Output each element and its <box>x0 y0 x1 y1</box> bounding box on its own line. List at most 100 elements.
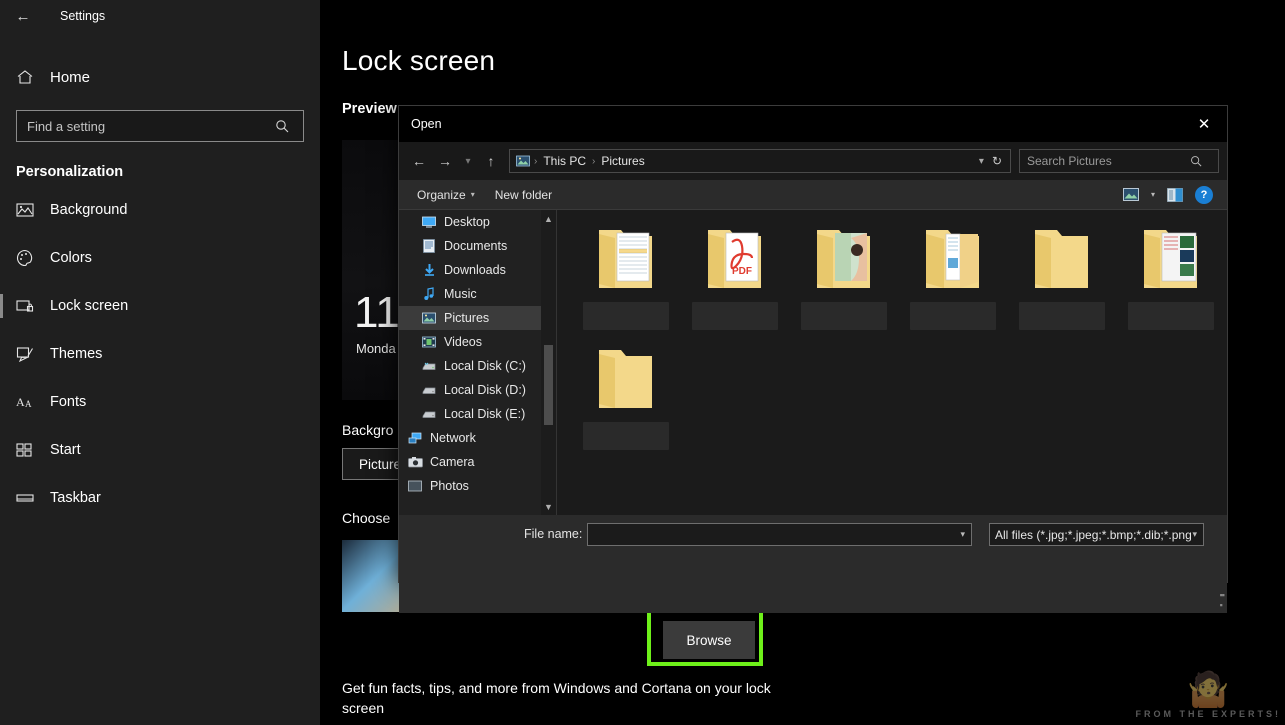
screen: ← Settings Home Personalization Backgrou… <box>0 0 1285 725</box>
search-input[interactable] <box>17 119 275 134</box>
up-button[interactable]: ↑ <box>479 149 503 173</box>
browse-button[interactable]: Browse <box>663 621 755 659</box>
tree-item-desktop[interactable]: Desktop <box>399 210 556 234</box>
file-item[interactable] <box>1116 224 1225 344</box>
tree-item-label: Pictures <box>444 311 489 325</box>
recent-locations-chevron-down-icon[interactable]: ▾ <box>459 149 477 173</box>
file-name-input[interactable] <box>588 528 960 542</box>
drive-icon <box>421 382 437 398</box>
sidebar-section-title: Personalization <box>0 142 320 186</box>
breadcrumb-chevron-down-icon[interactable]: ▾ <box>973 156 990 167</box>
file-type-value: All files (*.jpg;*.jpeg;*.bmp;*.dib;*.pn… <box>990 528 1192 542</box>
file-label-redacted <box>692 302 778 330</box>
chevron-down-icon: ▾ <box>471 190 475 199</box>
breadcrumb[interactable]: › This PC › Pictures ▾ ↻ <box>509 149 1011 173</box>
downloads-icon <box>421 262 437 278</box>
file-label-redacted <box>910 302 996 330</box>
sidebar-item-lock-screen[interactable]: Lock screen <box>0 282 320 330</box>
tree-item-network[interactable]: Network <box>399 426 556 450</box>
settings-sidebar: ← Settings Home Personalization Backgrou… <box>0 0 320 725</box>
sidebar-item-home[interactable]: Home <box>0 58 320 96</box>
sidebar-item-label: Background <box>50 202 127 218</box>
tree-scrollbar[interactable]: ▲ ▼ <box>541 210 556 515</box>
tree-item-local-disk-c[interactable]: Local Disk (C:) <box>399 354 556 378</box>
fonts-icon: AA <box>16 394 50 410</box>
back-arrow-icon[interactable]: ← <box>0 0 46 32</box>
file-item[interactable]: PDF <box>680 224 789 344</box>
svg-text:A: A <box>25 399 32 409</box>
breadcrumb-part[interactable]: Pictures <box>597 154 648 168</box>
sidebar-item-label: Start <box>50 442 81 458</box>
tree-item-local-disk-d[interactable]: Local Disk (D:) <box>399 378 556 402</box>
forward-button[interactable]: → <box>433 149 457 173</box>
tree-item-local-disk-e[interactable]: Local Disk (E:) <box>399 402 556 426</box>
tree-item-camera[interactable]: Camera <box>399 450 556 474</box>
sidebar-item-label: Taskbar <box>50 490 101 506</box>
dialog-search-box[interactable] <box>1019 149 1219 173</box>
breadcrumb-separator: › <box>534 156 537 167</box>
browse-button-highlight: Browse <box>647 606 763 666</box>
sidebar-item-label: Colors <box>50 250 92 266</box>
background-type-value: Picture <box>359 457 401 472</box>
sidebar-item-colors[interactable]: Colors <box>0 234 320 282</box>
folder-documents-icon <box>920 224 986 298</box>
close-icon[interactable]: ✕ <box>1181 106 1227 142</box>
documents-icon <box>421 238 437 254</box>
chevron-down-icon[interactable]: ▾ <box>960 529 971 540</box>
photos-icon <box>407 478 423 494</box>
view-chevron-down-icon[interactable]: ▾ <box>1145 190 1161 199</box>
tree-item-documents[interactable]: Documents <box>399 234 556 258</box>
folder-spreadsheet-icon <box>593 224 659 298</box>
scroll-down-icon[interactable]: ▼ <box>541 498 556 515</box>
file-label-redacted <box>583 422 669 450</box>
scrollbar-thumb[interactable] <box>544 345 553 425</box>
file-item[interactable] <box>789 224 898 344</box>
tree-item-downloads[interactable]: Downloads <box>399 258 556 282</box>
new-folder-button[interactable]: New folder <box>485 188 562 202</box>
search-setting-box[interactable] <box>16 110 304 142</box>
svg-text:PDF: PDF <box>732 266 752 277</box>
sidebar-item-background[interactable]: Background <box>0 186 320 234</box>
tree-item-pictures[interactable]: Pictures <box>399 306 556 330</box>
file-name-field[interactable]: ▾ <box>587 523 972 546</box>
refresh-icon[interactable]: ↻ <box>992 154 1006 168</box>
pictures-folder-icon <box>514 155 532 167</box>
preview-date: Monda <box>356 341 396 356</box>
watermark-face-icon: 🤷 <box>1135 673 1281 707</box>
fun-facts-text: Get fun facts, tips, and more from Windo… <box>342 678 792 718</box>
sidebar-item-start[interactable]: Start <box>0 426 320 474</box>
resize-grip-icon[interactable]: ▪▪▪ <box>1220 590 1224 610</box>
help-button[interactable]: ? <box>1189 186 1219 204</box>
tree-item-music[interactable]: Music <box>399 282 556 306</box>
dialog-search-input[interactable] <box>1020 154 1190 168</box>
file-item[interactable] <box>898 224 1007 344</box>
sidebar-item-fonts[interactable]: AA Fonts <box>0 378 320 426</box>
tree-item-label: Music <box>444 287 477 301</box>
sidebar-item-themes[interactable]: Themes <box>0 330 320 378</box>
dialog-footer: File name: ▾ All files (*.jpg;*.jpeg;*.b… <box>399 515 1227 613</box>
scroll-up-icon[interactable]: ▲ <box>541 210 556 227</box>
tree-item-label: Documents <box>444 239 507 253</box>
tree-item-label: Camera <box>430 455 474 469</box>
file-item[interactable] <box>571 344 680 464</box>
dialog-toolbar: Organize ▾ New folder ▾ ? <box>399 180 1227 210</box>
tree-item-photos[interactable]: Photos <box>399 474 556 498</box>
folder-empty-icon <box>1029 224 1095 298</box>
chevron-down-icon[interactable]: ▾ <box>1192 529 1203 540</box>
videos-icon <box>421 334 437 350</box>
breadcrumb-part[interactable]: This PC <box>539 154 590 168</box>
organize-button[interactable]: Organize ▾ <box>407 188 485 202</box>
file-item[interactable] <box>1007 224 1116 344</box>
sidebar-item-taskbar[interactable]: Taskbar <box>0 474 320 522</box>
drive-icon <box>421 406 437 422</box>
search-icon <box>1190 155 1218 167</box>
breadcrumb-separator: › <box>592 156 595 167</box>
dialog-titlebar: Open ✕ <box>399 106 1227 142</box>
back-button[interactable]: ← <box>407 149 431 173</box>
file-item[interactable] <box>571 224 680 344</box>
view-layout-icon[interactable] <box>1117 188 1145 201</box>
tree-item-videos[interactable]: Videos <box>399 330 556 354</box>
file-type-filter[interactable]: All files (*.jpg;*.jpeg;*.bmp;*.dib;*.pn… <box>989 523 1204 546</box>
file-name-label: File name: <box>524 527 582 541</box>
preview-pane-icon[interactable] <box>1161 188 1189 202</box>
